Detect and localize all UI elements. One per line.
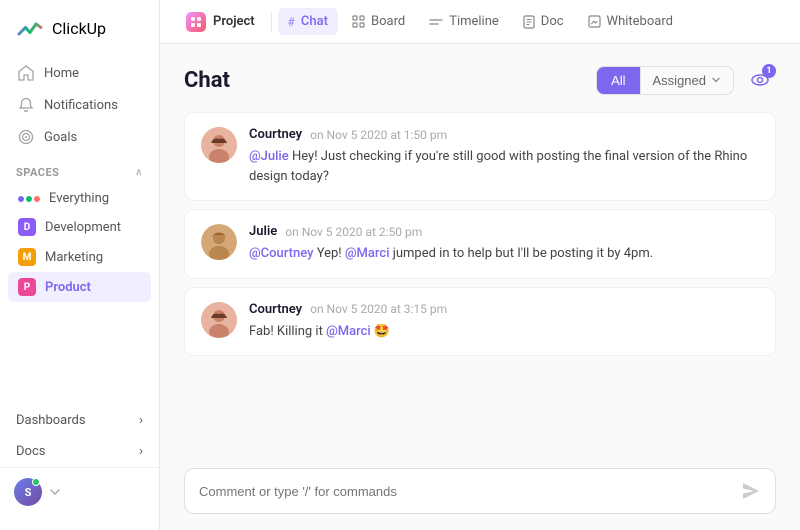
page-title: Chat <box>184 68 230 93</box>
marketing-icon: M <box>18 248 36 266</box>
chevron-down-icon <box>48 485 62 499</box>
message-body: Courtney on Nov 5 2020 at 3:15 pm Fab! K… <box>249 302 759 342</box>
message-text: @Julie Hey! Just checking if you're stil… <box>249 147 759 186</box>
message-card: Courtney on Nov 5 2020 at 1:50 pm @Julie… <box>184 112 776 201</box>
chat-header: Chat All Assigned 1 <box>184 64 776 96</box>
hash-icon: # <box>288 15 295 29</box>
message-body: Julie on Nov 5 2020 at 2:50 pm @Courtney… <box>249 224 759 264</box>
chat-content: Chat All Assigned 1 <box>160 44 800 530</box>
home-icon <box>18 65 34 81</box>
filter-assigned-button[interactable]: Assigned <box>640 67 733 94</box>
board-icon <box>352 15 365 28</box>
development-icon: D <box>18 218 36 236</box>
sidebar-nav: Home Notifications Goals <box>0 58 159 152</box>
sidebar-item-product[interactable]: P Product <box>8 272 151 302</box>
message-header: Courtney on Nov 5 2020 at 3:15 pm Fab! K… <box>201 302 759 342</box>
message-header: Julie on Nov 5 2020 at 2:50 pm @Courtney… <box>201 224 759 264</box>
main-area: Project # Chat Board Timeline <box>160 0 800 530</box>
tabs-bar: Project # Chat Board Timeline <box>160 0 800 44</box>
tab-divider <box>271 12 272 32</box>
tab-timeline[interactable]: Timeline <box>419 8 509 35</box>
message-card: Julie on Nov 5 2020 at 2:50 pm @Courtney… <box>184 209 776 279</box>
clickup-logo-icon <box>16 14 44 42</box>
message-text: Fab! Killing it @Marci 🤩 <box>249 322 759 342</box>
sidebar-item-dashboards[interactable]: Dashboards › <box>0 405 159 436</box>
product-icon: P <box>18 278 36 296</box>
tab-project[interactable]: Project <box>176 6 265 38</box>
sidebar-item-home[interactable]: Home <box>8 58 151 88</box>
notification-bell-button[interactable]: 1 <box>744 64 776 96</box>
bell-icon <box>18 97 34 113</box>
sidebar-item-docs[interactable]: Docs › <box>0 436 159 467</box>
message-meta: Julie on Nov 5 2020 at 2:50 pm <box>249 224 759 239</box>
message-card: Courtney on Nov 5 2020 at 3:15 pm Fab! K… <box>184 287 776 357</box>
chevron-right-icon: › <box>139 444 143 459</box>
sidebar-item-goals[interactable]: Goals <box>8 122 151 152</box>
header-actions: All Assigned 1 <box>596 64 776 96</box>
julie-avatar-img <box>201 224 237 260</box>
filter-group: All Assigned <box>596 66 734 95</box>
timeline-icon <box>429 17 443 27</box>
message-text: @Courtney Yep! @Marci jumped in to help … <box>249 244 759 264</box>
everything-icon <box>18 196 40 202</box>
chevron-right-icon: › <box>139 413 143 428</box>
message-meta: Courtney on Nov 5 2020 at 3:15 pm <box>249 302 759 317</box>
courtney-avatar-img <box>201 127 237 163</box>
sidebar-item-development[interactable]: D Development <box>8 212 151 242</box>
spaces-chevron-icon[interactable]: ∧ <box>135 167 143 178</box>
chevron-down-icon <box>711 75 721 85</box>
sidebar-item-notifications[interactable]: Notifications <box>8 90 151 120</box>
target-icon <box>18 129 34 145</box>
tab-chat[interactable]: # Chat <box>278 8 338 35</box>
tab-board[interactable]: Board <box>342 8 415 35</box>
chat-messages: Courtney on Nov 5 2020 at 1:50 pm @Julie… <box>184 112 776 456</box>
user-status-dot <box>32 478 40 486</box>
whiteboard-icon <box>588 15 601 28</box>
logo-text: ClickUp <box>52 19 106 38</box>
spaces-header: Spaces ∧ <box>0 152 159 185</box>
comment-input[interactable] <box>199 484 741 499</box>
notification-badge: 1 <box>762 64 776 78</box>
sidebar: ClickUp Home Notifications Goals Space <box>0 0 160 530</box>
user-profile[interactable]: S <box>0 467 159 516</box>
message-body: Courtney on Nov 5 2020 at 1:50 pm @Julie… <box>249 127 759 186</box>
sidebar-bottom: Dashboards › Docs › S <box>0 405 159 516</box>
sidebar-item-marketing[interactable]: M Marketing <box>8 242 151 272</box>
doc-icon <box>523 15 535 29</box>
avatar-julie <box>201 224 237 260</box>
sidebar-item-everything[interactable]: Everything <box>8 185 151 212</box>
courtney2-avatar-img <box>201 302 237 338</box>
tab-whiteboard[interactable]: Whiteboard <box>578 8 683 35</box>
send-icon[interactable] <box>741 481 761 501</box>
comment-input-bar[interactable] <box>184 468 776 514</box>
message-header: Courtney on Nov 5 2020 at 1:50 pm @Julie… <box>201 127 759 186</box>
avatar-courtney <box>201 127 237 163</box>
project-icon <box>186 12 206 32</box>
tab-doc[interactable]: Doc <box>513 8 574 35</box>
logo[interactable]: ClickUp <box>0 14 159 58</box>
filter-all-button[interactable]: All <box>597 67 639 94</box>
message-meta: Courtney on Nov 5 2020 at 1:50 pm <box>249 127 759 142</box>
avatar-courtney-2 <box>201 302 237 338</box>
